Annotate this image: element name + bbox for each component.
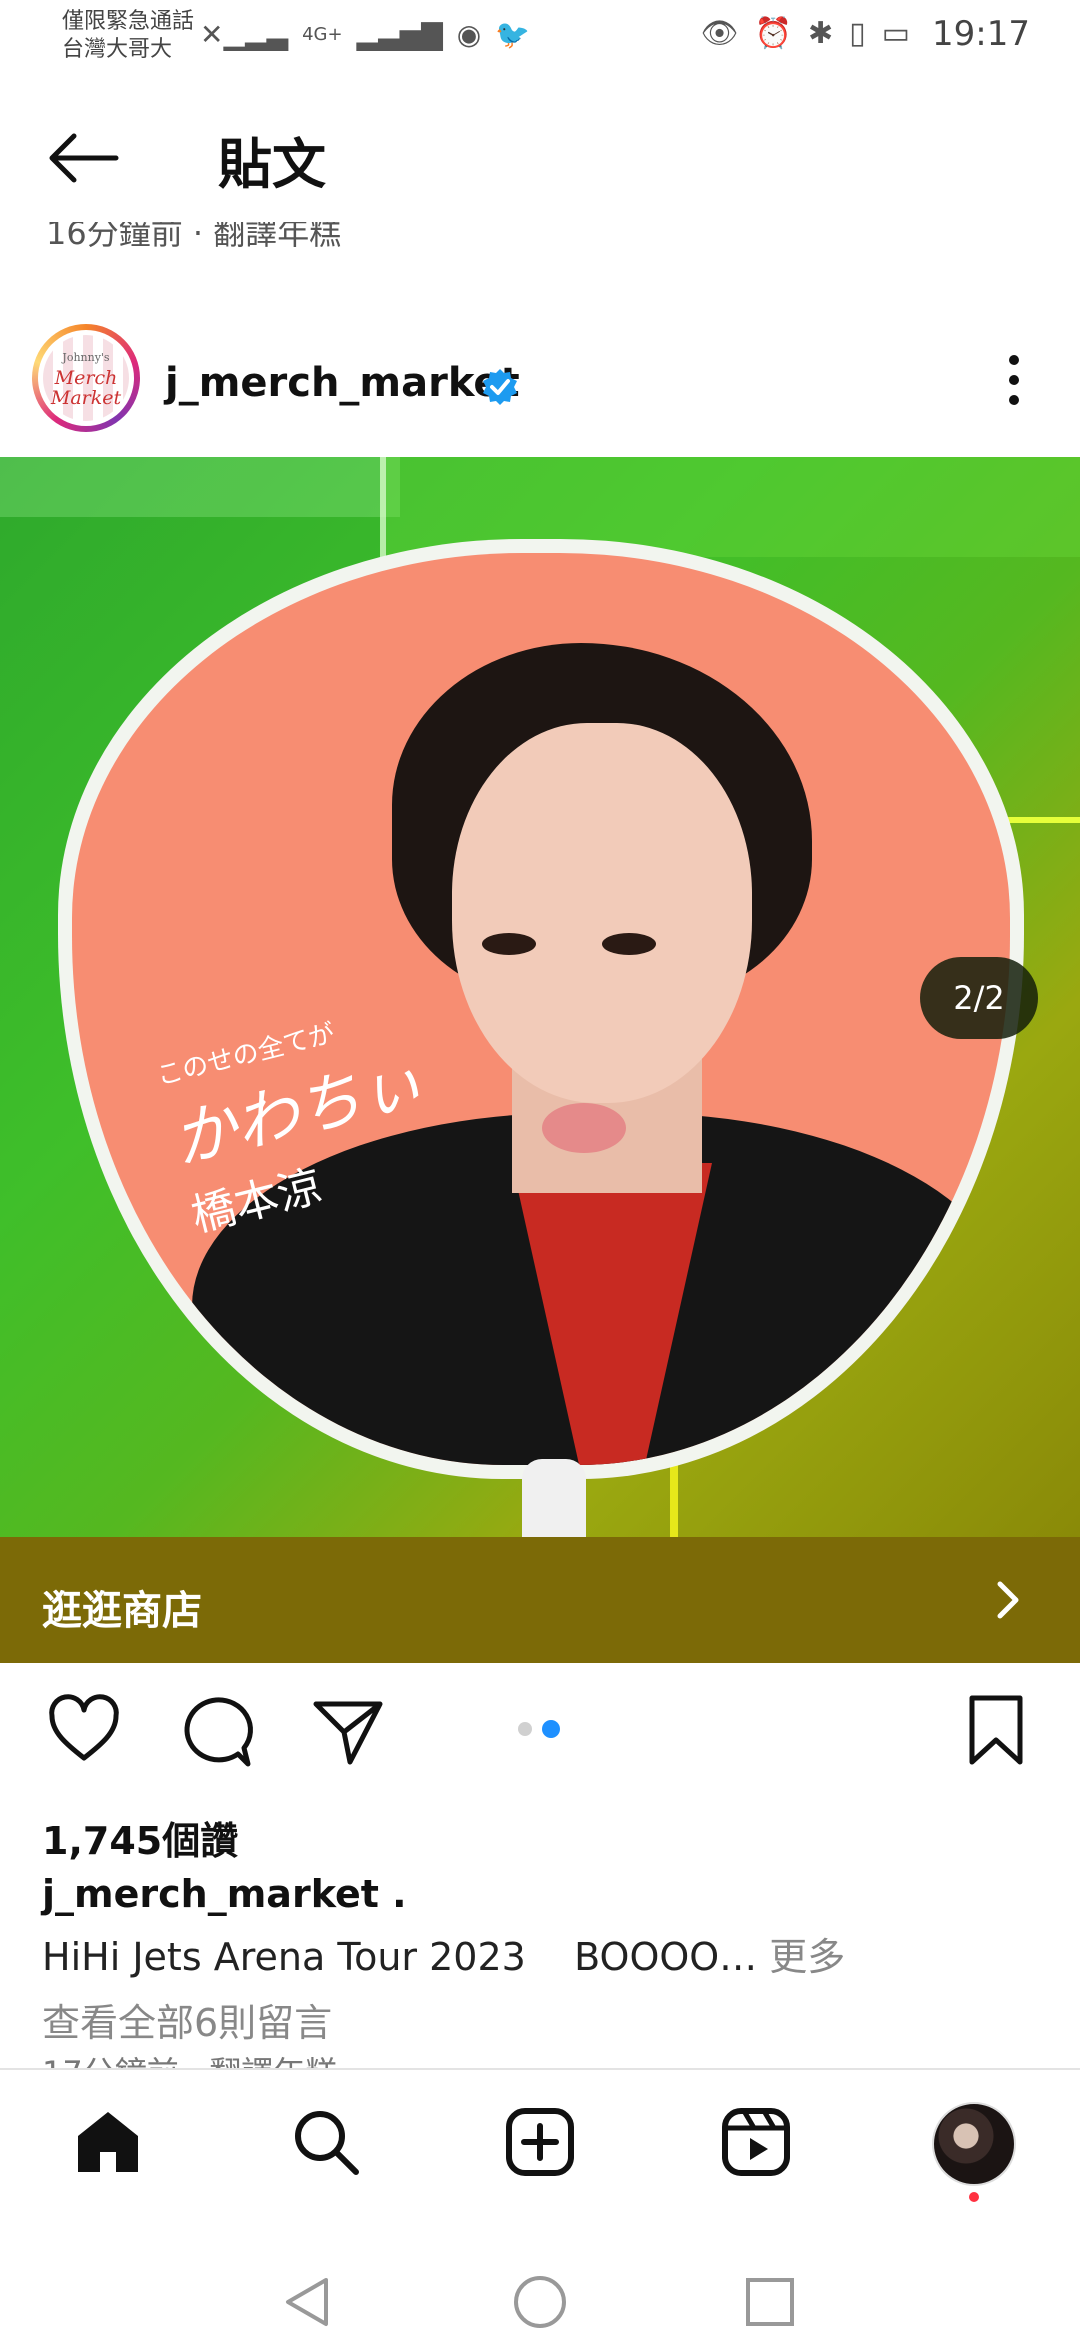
spotify-icon: ◉ [456,18,482,51]
alarm-icon: ⏰ [754,16,792,51]
notification-dot [969,2192,979,2202]
create-post-icon[interactable] [504,2106,576,2178]
system-home-icon[interactable] [512,2274,568,2330]
avatar-logo: Johnny's Merch Market [43,335,129,421]
carousel-indicator [518,1720,560,1738]
status-bar: 僅限緊急通話 台灣大哥大 ✕▁▂▃ 4G+ ▂▃▅▇ ◉ 🐦 👁 ⏰ ✱ ▯ ▭… [0,0,1080,76]
search-icon[interactable] [290,2106,362,2178]
back-arrow-icon[interactable] [44,118,124,198]
system-recents-icon[interactable] [744,2276,796,2328]
fan-handle [522,1459,586,1537]
like-count[interactable]: 1,745個讚 [42,1810,238,1865]
profile-tab-avatar[interactable] [932,2102,1016,2186]
system-navigation-bar [0,2212,1080,2340]
save-bookmark-icon[interactable] [958,1692,1034,1768]
no-signal-icon: ✕▁▂▃ [200,18,289,51]
post-username[interactable]: j_merch_market [165,360,520,406]
comment-icon[interactable] [178,1694,254,1770]
reels-icon[interactable] [720,2106,792,2178]
caption-text: HiHi Jets Arena Tour 2023 BOOOO… 更多 [42,1935,846,1979]
eye-icon: 👁 [700,16,739,51]
chevron-right-icon[interactable] [990,1578,1026,1622]
status-icons-left: ✕▁▂▃ 4G+ ▂▃▅▇ ◉ 🐦 [200,18,530,51]
share-send-icon[interactable] [310,1694,386,1770]
status-icons-right: 👁 ⏰ ✱ ▯ ▭ [701,16,910,51]
network-type: 4G+ [302,24,343,45]
image-counter: 2/2 [920,957,1038,1039]
home-icon[interactable] [72,2106,144,2178]
view-comments-link[interactable]: 查看全部6則留言 [42,1992,332,2047]
vibrate-icon: ▯ [849,16,866,51]
like-heart-icon[interactable] [46,1692,122,1768]
carrier-info: 僅限緊急通話 台灣大哥大 [62,9,195,62]
bottom-nav [0,2068,1080,2214]
shop-label[interactable]: 逛逛商店 [42,1578,202,1636]
caption-username[interactable]: j_merch_market . [42,1872,407,1916]
bluetooth-icon: ✱ [807,16,834,51]
profile-avatar[interactable]: Johnny's Merch Market [32,324,140,432]
more-options-icon[interactable] [1000,350,1028,410]
uchiwa-photo: このせの全てが かわちぃ 橋本涼 [72,553,1010,1465]
clipped-previous-post-meta: 16分鐘前 · 翻譯年糕 [46,222,342,252]
carousel-dot-active [542,1720,560,1738]
post-image[interactable]: このせの全てが かわちぃ 橋本涼 2/2 [0,457,1080,1537]
signal-icon: ▂▃▅▇ [356,18,443,51]
battery-icon: ▭ [881,16,910,51]
page-title: 貼文 [218,133,326,196]
verified-badge-icon [483,369,517,405]
caption-more-link[interactable]: 更多 [769,1935,845,1979]
twitter-icon: 🐦 [495,18,530,51]
clock: 19:17 [932,14,1030,54]
system-back-icon[interactable] [282,2274,332,2330]
carousel-dot [518,1722,532,1736]
